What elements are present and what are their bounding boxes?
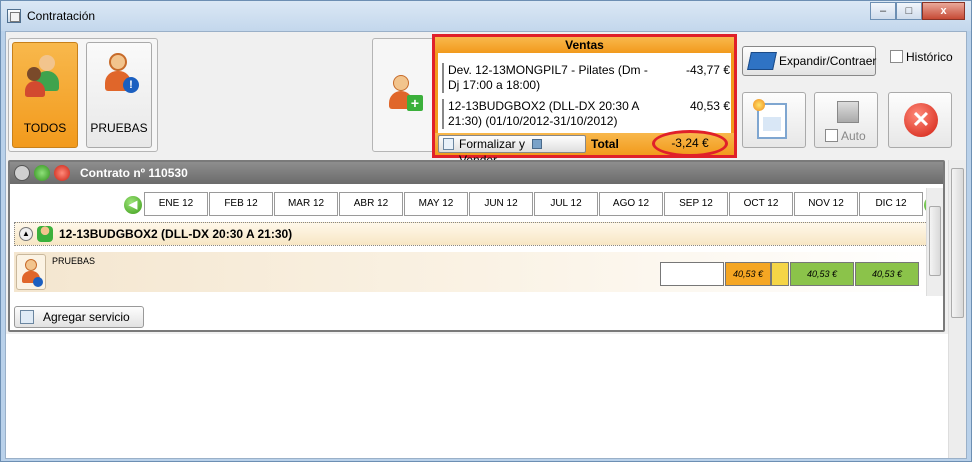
contract-header: Contrato nº 110530 <box>10 162 943 184</box>
close-window-button[interactable]: x <box>922 2 965 20</box>
empty-area <box>6 334 966 458</box>
prev-month-icon[interactable]: ◀ <box>124 196 142 214</box>
tile-todos-label: TODOS <box>23 121 67 135</box>
ventas-item[interactable]: 12-13BUDGBOX2 (DLL-DX 20:30 A 21:30) (01… <box>442 99 730 129</box>
month-cell-sep[interactable] <box>660 262 724 286</box>
total-value: -3,24 € <box>652 130 728 157</box>
historico-checkbox[interactable]: Histórico <box>890 50 953 64</box>
add-client-button[interactable]: + <box>372 38 434 152</box>
expand-collapse-button[interactable]: Expandir/Contraer <box>742 46 876 76</box>
month-cell[interactable]: MAR 12 <box>274 192 338 216</box>
month-cell[interactable]: ENE 12 <box>144 192 208 216</box>
auto-check-box[interactable] <box>825 129 838 142</box>
auto-label: Auto <box>841 129 866 143</box>
contract-scrollbar[interactable] <box>926 188 943 296</box>
cash-register-icon <box>532 139 543 149</box>
month-cell[interactable]: MAY 12 <box>404 192 468 216</box>
contract-panel: Contrato nº 110530 ◀ ENE 12 FEB 12 MAR 1… <box>8 160 945 344</box>
month-cell[interactable]: JUL 12 <box>534 192 598 216</box>
toolbar: TODOS ! PRUEBAS + Ventas Dev. 12-13MONGP… <box>6 32 966 167</box>
month-cell-dic[interactable]: 40,53 € <box>855 262 919 286</box>
total-label: Total <box>591 137 619 151</box>
expand-collapse-label: Expandir/Contraer <box>779 54 877 68</box>
ventas-item-desc: 12-13BUDGBOX2 (DLL-DX 20:30 A 21:30) (01… <box>448 99 639 128</box>
historico-check-box[interactable] <box>890 50 903 63</box>
window-title: Contratación <box>27 9 96 23</box>
ventas-item-desc: Dev. 12-13MONGPIL7 - Pilates (Dm - Dj 17… <box>448 63 648 92</box>
month-cell[interactable]: FEB 12 <box>209 192 273 216</box>
month-cell-nov[interactable]: 40,53 € <box>790 262 854 286</box>
ventas-item[interactable]: Dev. 12-13MONGPIL7 - Pilates (Dm - Dj 17… <box>442 63 730 93</box>
sparkle-icon <box>753 99 765 111</box>
contract-title: Contrato nº 110530 <box>80 166 188 180</box>
month-cell[interactable]: ABR 12 <box>339 192 403 216</box>
row-label: PRUEBAS <box>52 256 96 266</box>
add-service-button[interactable]: Agregar servicio ... <box>14 306 144 344</box>
scroll-thumb[interactable] <box>951 168 964 318</box>
month-cell[interactable]: OCT 12 <box>729 192 793 216</box>
month-cell[interactable]: JUN 12 <box>469 192 533 216</box>
title-bar: Contratación – □ x <box>1 1 971 31</box>
filter-tiles: TODOS ! PRUEBAS <box>8 38 158 152</box>
ventas-header: Ventas <box>435 37 734 53</box>
auto-checkbox[interactable]: Auto <box>825 129 866 143</box>
book-icon <box>747 52 777 70</box>
cash-register-icon[interactable] <box>771 262 789 286</box>
service-row: PRUEBAS 40,53 € 40,53 € 40,53 € <box>14 252 938 292</box>
month-cell[interactable]: SEP 12 <box>664 192 728 216</box>
cancel-x-icon: ✕ <box>904 103 938 137</box>
ventas-footer: Formalizar y Vender Total -3,24 € <box>435 130 734 167</box>
delete-icon[interactable] <box>54 165 70 181</box>
maximize-button[interactable]: □ <box>896 2 922 20</box>
scroll-thumb[interactable] <box>929 206 941 276</box>
document-icon <box>443 138 454 150</box>
service-user-icon <box>37 226 53 242</box>
ventas-item-amount: 40,53 € <box>689 99 730 113</box>
contratacion-window: Contratación – □ x TODOS ! PRUEBAS + Ven… <box>0 0 972 462</box>
month-cell[interactable]: DIC 12 <box>859 192 923 216</box>
cancel-button[interactable]: ✕ <box>888 92 952 148</box>
service-title: 12-13BUDGBOX2 (DLL-DX 20:30 A 21:30) <box>59 227 293 241</box>
new-document-button[interactable] <box>742 92 806 148</box>
refresh-icon[interactable] <box>34 165 50 181</box>
chevron-up-icon[interactable]: ▲ <box>19 227 33 241</box>
month-cell-oct[interactable]: 40,53 € <box>725 262 771 286</box>
ventas-panel: Ventas Dev. 12-13MONGPIL7 - Pilates (Dm … <box>432 34 737 167</box>
collapse-icon[interactable] <box>14 165 30 181</box>
month-cell[interactable]: AGO 12 <box>599 192 663 216</box>
main-scrollbar[interactable] <box>948 160 966 458</box>
client-area: TODOS ! PRUEBAS + Ventas Dev. 12-13MONGP… <box>5 31 967 459</box>
printer-icon <box>837 101 859 123</box>
tile-pruebas-label: PRUEBAS <box>90 121 148 135</box>
service-header: ▲ 12-13BUDGBOX2 (DLL-DX 20:30 A 21:30) <box>14 222 938 246</box>
minimize-button[interactable]: – <box>870 2 896 20</box>
user-alert-icon <box>16 254 46 290</box>
add-document-icon <box>20 310 34 324</box>
formalizar-vender-button[interactable]: Formalizar y Vender <box>438 135 586 167</box>
window-controls: – □ x <box>870 2 965 20</box>
month-strip: ENE 12 FEB 12 MAR 12 ABR 12 MAY 12 JUN 1… <box>144 192 924 216</box>
tile-pruebas[interactable]: ! PRUEBAS <box>86 42 152 148</box>
print-auto-button[interactable]: Auto <box>814 92 878 148</box>
ventas-item-amount: -43,77 € <box>685 63 730 77</box>
historico-label: Histórico <box>906 50 953 64</box>
ventas-list: Dev. 12-13MONGPIL7 - Pilates (Dm - Dj 17… <box>435 53 734 133</box>
month-cell[interactable]: NOV 12 <box>794 192 858 216</box>
tile-todos[interactable]: TODOS <box>12 42 78 148</box>
app-icon <box>7 9 21 23</box>
formalizar-label: Formalizar y <box>459 137 526 151</box>
